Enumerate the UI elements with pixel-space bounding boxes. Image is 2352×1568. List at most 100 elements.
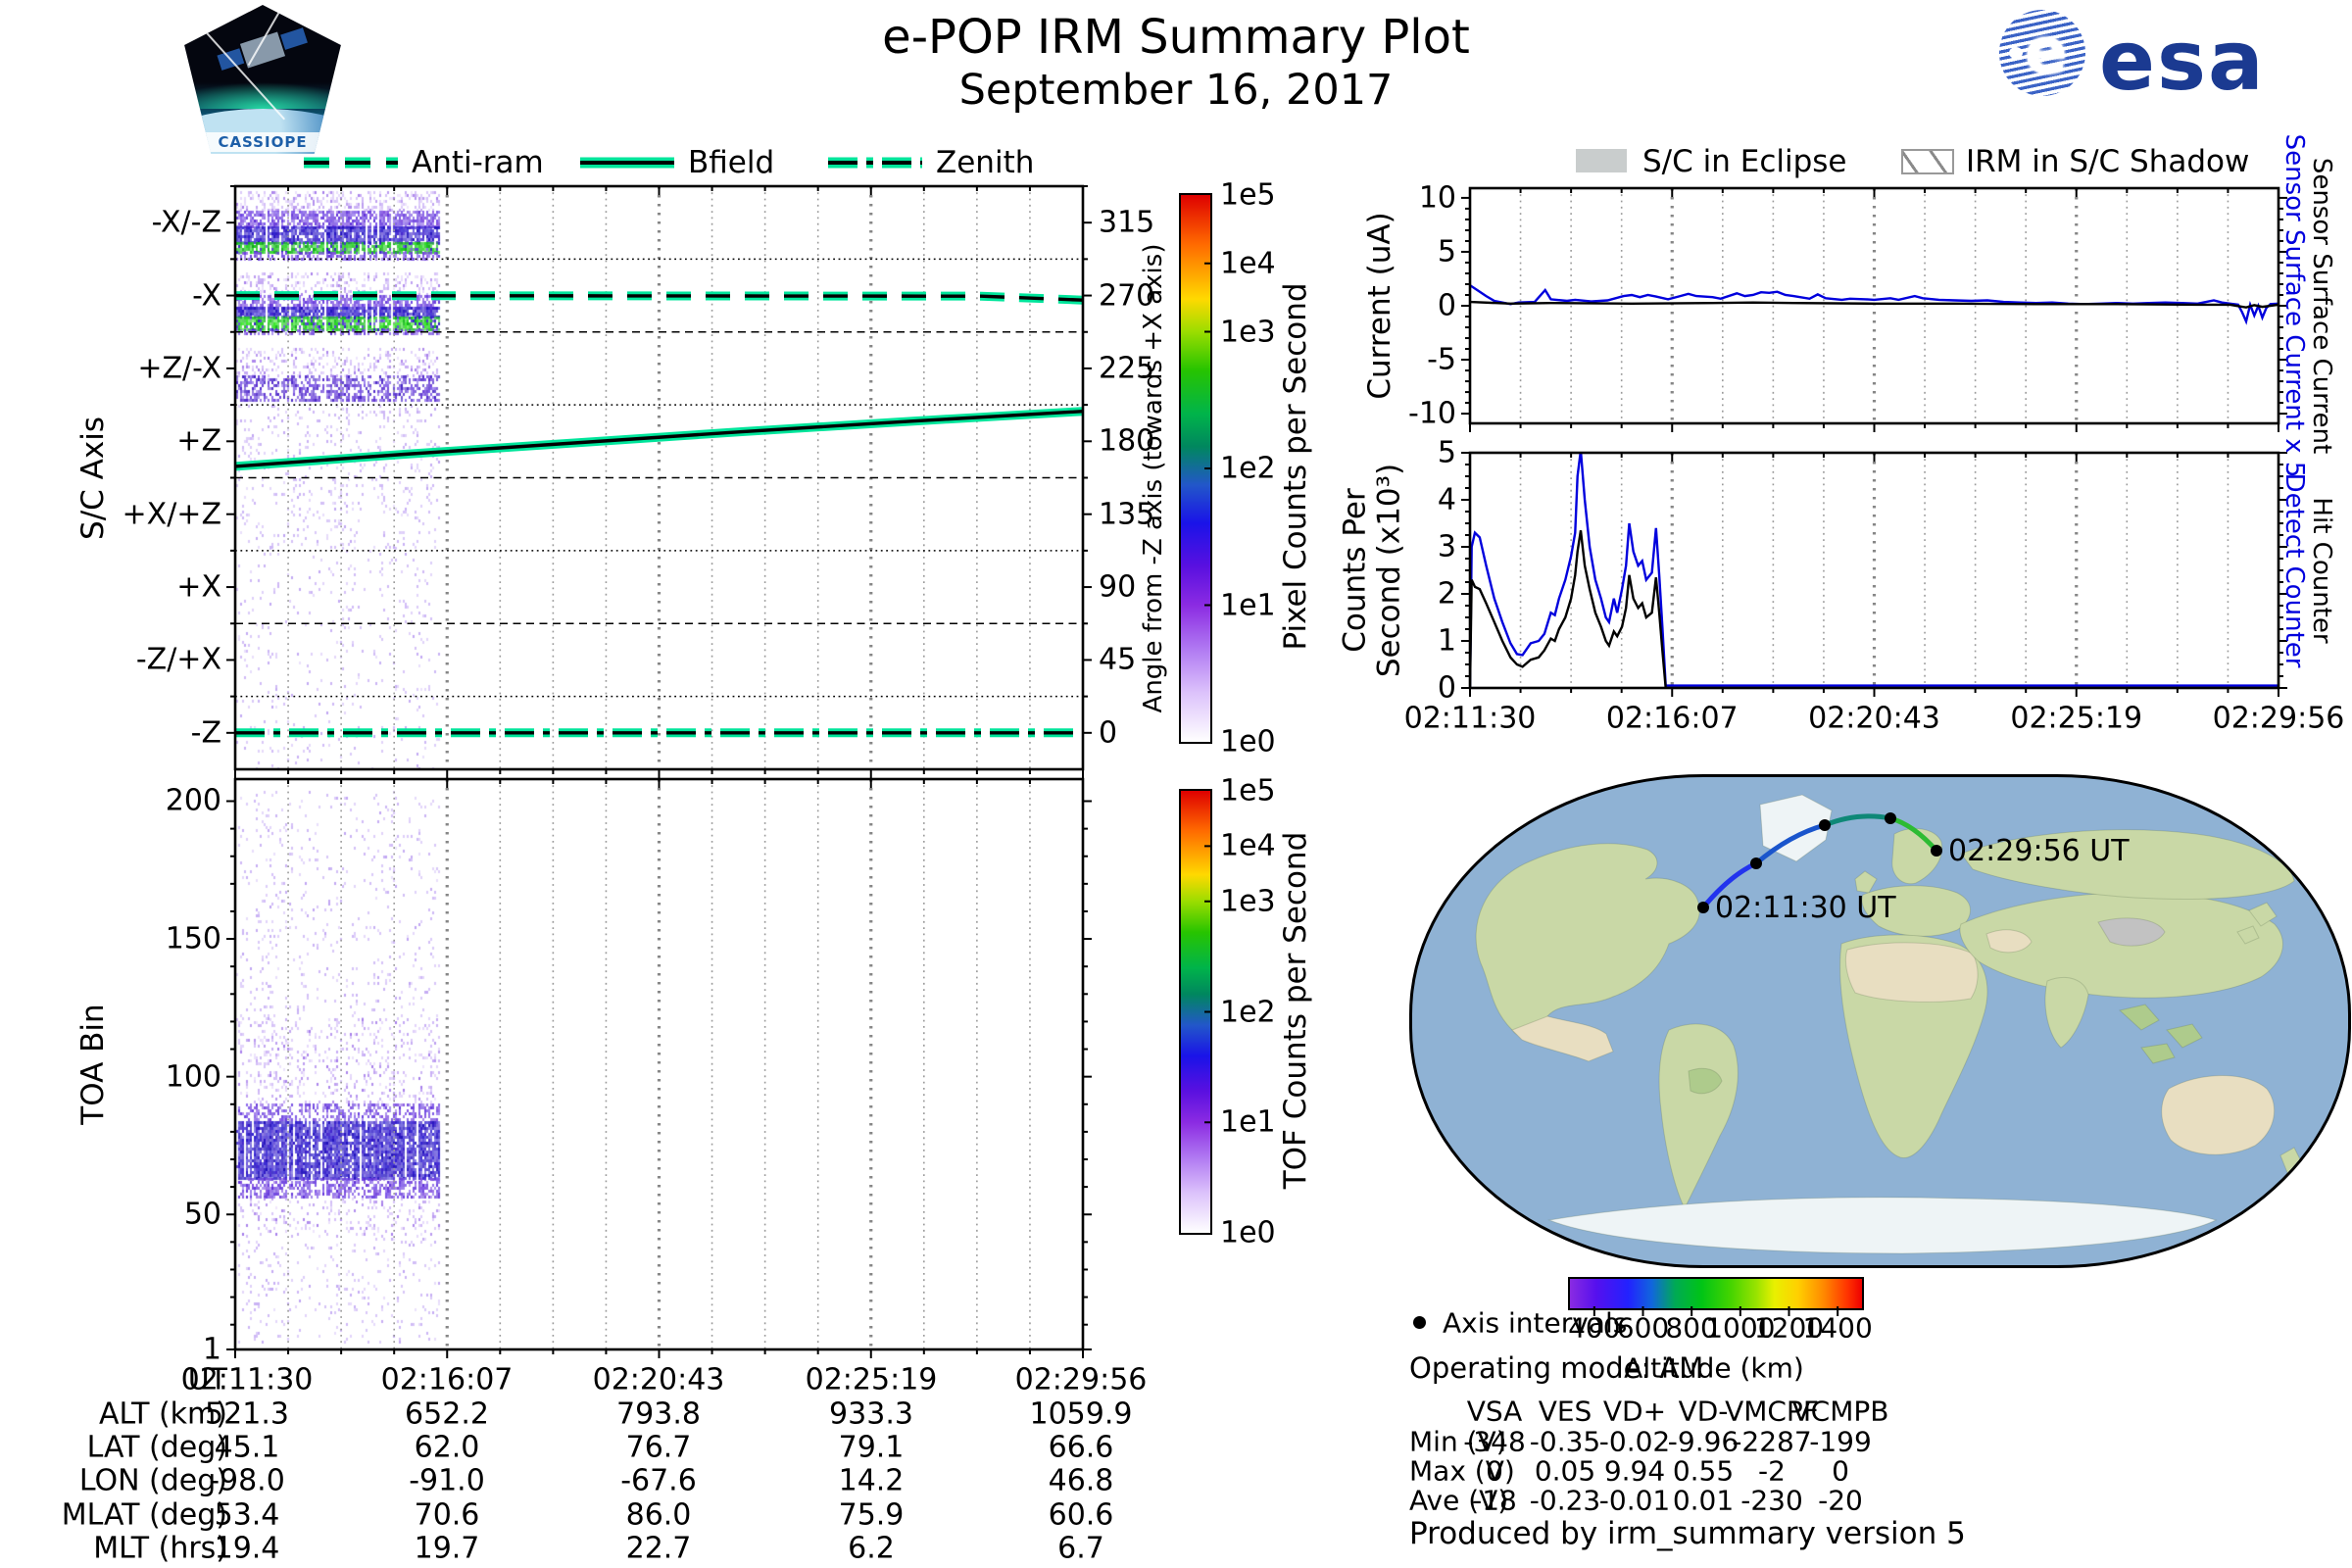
ephemeris-value: 933.3	[829, 1396, 913, 1432]
voltage-value: 0.55	[1672, 1454, 1735, 1488]
ephemeris-value: 86.0	[625, 1497, 692, 1533]
pixel-colorbar-title: Pixel Counts per Second	[1278, 282, 1313, 651]
voltage-value: -2287	[1732, 1425, 1812, 1458]
esa-logo: e esa	[1999, 10, 2352, 108]
map-end-label: 02:29:56 UT	[1948, 834, 2130, 868]
ephemeris-value: -98.0	[209, 1463, 285, 1498]
right-time-tick: 02:11:30	[1403, 701, 1537, 736]
counts-plot-tick-label: 5	[1437, 435, 1456, 470]
toa-plot	[226, 777, 1092, 1358]
counts-plot	[1461, 451, 2287, 697]
pixel-colorbar-ticks	[1204, 262, 1212, 607]
tof-colorbar-tick-label: 1e0	[1220, 1215, 1276, 1250]
axis-intervals-label: Axis intervals	[1443, 1306, 1628, 1340]
ephemeris-value: 53.4	[214, 1497, 280, 1533]
ephemeris-row-label: MLT (hrs)	[93, 1531, 227, 1566]
sc-axis-bin-label: +X/+Z	[112, 497, 222, 532]
ephemeris-value: 6.2	[848, 1531, 895, 1566]
esa-globe-icon: e	[1999, 10, 2085, 96]
voltage-value: 0	[1486, 1454, 1503, 1488]
toa-tick-label: 1	[202, 1332, 221, 1367]
sc-axis-bin-label: -Z/+X	[126, 642, 221, 677]
current-plot-tick-label: -5	[1427, 342, 1456, 377]
tof-colorbar-tick-label: 1e3	[1220, 884, 1276, 919]
pixel-colorbar-tick-label: 1e2	[1220, 451, 1276, 486]
toa-tick-label: 100	[165, 1059, 221, 1095]
voltage-value: 0.05	[1534, 1454, 1596, 1488]
counts-plot-tick-label: 1	[1437, 623, 1456, 659]
cassiope-mission-patch: CASSIOPE	[184, 5, 341, 154]
legend-swatch-shadow	[1901, 149, 1954, 174]
tof-colorbar-tick-label: 1e5	[1220, 773, 1276, 808]
page-title: e-POP IRM Summary Plot	[882, 10, 1470, 65]
ephemeris-value: 02:20:43	[592, 1362, 725, 1397]
voltage-value: -230	[1740, 1484, 1803, 1517]
voltage-col-header: VSA	[1466, 1395, 1523, 1428]
counts-plot-tick-label: 0	[1437, 670, 1456, 706]
ephemeris-value: 793.8	[616, 1396, 701, 1432]
operating-mode: Operating mode: AM	[1409, 1351, 1704, 1385]
voltage-value: -0.01	[1598, 1484, 1671, 1517]
current-side-label: Sensor Surface Current x 5	[2279, 133, 2309, 478]
ephemeris-value: 14.2	[838, 1463, 905, 1498]
legend-label-zenith: Zenith	[936, 145, 1035, 180]
ephemeris-value: -67.6	[620, 1463, 697, 1498]
current-side-label: Sensor Surface Current	[2307, 157, 2336, 455]
ephemeris-value: 62.0	[414, 1430, 480, 1465]
legend-label-bfield: Bfield	[688, 145, 775, 180]
counts-plot-tick-label: 3	[1437, 529, 1456, 564]
ephemeris-value: 02:16:07	[380, 1362, 514, 1397]
tof-colorbar-ticks	[1204, 845, 1212, 1124]
tof-colorbar-tick-label: 1e4	[1220, 828, 1276, 863]
voltage-value: -18	[1472, 1484, 1517, 1517]
right-time-tick: 02:29:56	[2212, 701, 2345, 736]
tof-colorbar-tick-label: 1e1	[1220, 1104, 1276, 1140]
patch-mission-name: CASSIOPE	[184, 132, 341, 152]
ephemeris-value: 66.6	[1048, 1430, 1114, 1465]
pixel-colorbar-tick-label: 1e3	[1220, 315, 1276, 349]
sc-axis-angle-label: 315	[1099, 205, 1155, 240]
ephemeris-value: 6.7	[1057, 1531, 1104, 1566]
sc-axis-bin-label: -X/-Z	[142, 205, 221, 240]
right-time-tick: 02:20:43	[1808, 701, 1940, 736]
right-time-tick: 02:16:07	[1605, 701, 1739, 736]
tof-colorbar-title: TOF Counts per Second	[1278, 831, 1313, 1189]
pixel-colorbar-tick-label: 1e1	[1220, 588, 1276, 622]
current-plot-tick-label: 0	[1437, 288, 1456, 323]
current-plot-tick-label: -10	[1408, 396, 1456, 431]
pixel-colorbar-tick-label: 1e4	[1220, 246, 1276, 281]
current-plot	[1461, 186, 2287, 432]
sc-axis-bin-label: -Z	[181, 715, 221, 751]
sc-axis-bin-label: +X	[167, 569, 221, 605]
world-map: 02:11:30 UT 02:29:56 UT	[1409, 774, 2351, 1268]
esa-globe-e: e	[2025, 16, 2068, 88]
ephemeris-row-label: MLAT (deg)	[61, 1497, 227, 1533]
voltage-value: -9.96	[1667, 1425, 1740, 1458]
ephemeris-value: 76.7	[625, 1430, 692, 1465]
voltage-value: -348	[1463, 1425, 1526, 1458]
voltage-col-header: VES	[1538, 1395, 1592, 1428]
voltage-value: -199	[1809, 1425, 1872, 1458]
ephemeris-value: 45.1	[214, 1430, 280, 1465]
esa-wordmark: esa	[2099, 13, 2266, 109]
voltage-value: 0	[1832, 1454, 1849, 1488]
voltage-value: 9.94	[1603, 1454, 1666, 1488]
legend-line-anti-ram	[304, 157, 398, 169]
ephemeris-value: 652.2	[405, 1396, 489, 1432]
current-plot-tick-label: 10	[1418, 180, 1456, 216]
irm-summary-plot-page: CASSIOPE e-POP IRM Summary Plot Septembe…	[0, 0, 2352, 1568]
ephemeris-value: 79.1	[838, 1430, 905, 1465]
sc-axis-angle-label: 45	[1099, 642, 1137, 677]
page-date: September 16, 2017	[958, 66, 1394, 115]
counts-plot-tick-label: 2	[1437, 576, 1456, 612]
sc-axis-bin-label: +Z	[167, 423, 221, 459]
toa-tick-label: 200	[165, 783, 221, 818]
legend-label-eclipse: S/C in Eclipse	[1642, 144, 1847, 179]
sc-axis-bin-label: -X	[182, 278, 221, 314]
sc-axis-right-title: Angle from -Z axis (towards +X axis)	[1139, 243, 1168, 712]
footer-version: Produced by irm_summary version 5	[1409, 1516, 1966, 1551]
sc-axis-angle-label: 90	[1099, 569, 1137, 605]
pixel-colorbar-tick-label: 1e5	[1220, 177, 1276, 213]
world-map-svg: 02:11:30 UT 02:29:56 UT	[1475, 794, 2303, 1254]
right-time-tick: 02:25:19	[2010, 701, 2143, 736]
